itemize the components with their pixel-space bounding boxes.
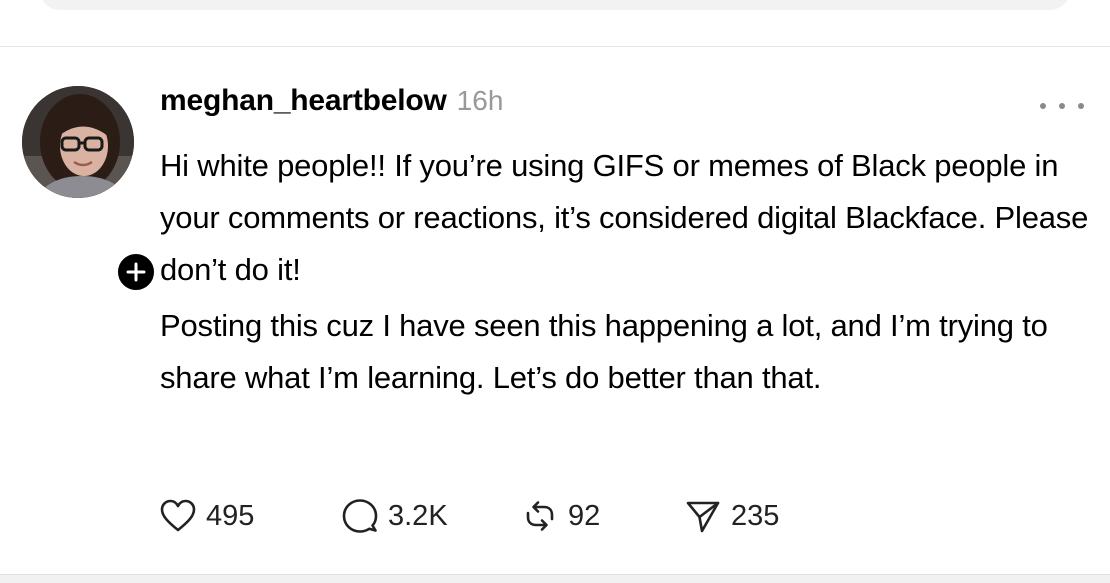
like-button[interactable]: 495 bbox=[160, 499, 342, 533]
heart-icon bbox=[160, 499, 196, 532]
post-paragraph: Posting this cuz I have seen this happen… bbox=[160, 308, 1048, 395]
reply-count: 3.2K bbox=[388, 499, 448, 532]
follow-button[interactable] bbox=[114, 250, 158, 294]
plus-icon bbox=[126, 262, 146, 282]
avatar-image bbox=[22, 86, 134, 198]
post-header: meghan_heartbelow 16h bbox=[160, 84, 503, 128]
repost-icon bbox=[526, 501, 554, 531]
share-count: 235 bbox=[731, 499, 780, 532]
more-options-dot bbox=[1078, 103, 1084, 109]
share-button[interactable]: 235 bbox=[685, 498, 779, 534]
username[interactable]: meghan_heartbelow bbox=[160, 84, 447, 118]
reply-button[interactable]: 3.2K bbox=[342, 498, 522, 534]
like-count: 495 bbox=[206, 499, 255, 532]
repost-button[interactable]: 92 bbox=[522, 498, 685, 534]
composer-input-edge[interactable] bbox=[40, 0, 1070, 10]
timestamp: 16h bbox=[456, 85, 504, 116]
action-bar: 495 3.2K 92 235 bbox=[160, 496, 779, 536]
avatar[interactable] bbox=[22, 86, 134, 198]
post-text: Hi white people!! If you’re using GIFS o… bbox=[160, 140, 1100, 404]
composer-area bbox=[0, 0, 1110, 46]
more-options-icon bbox=[1040, 103, 1046, 109]
divider-top bbox=[0, 46, 1110, 47]
avatar-container[interactable] bbox=[22, 86, 158, 294]
repost-count: 92 bbox=[568, 499, 601, 532]
send-icon bbox=[686, 501, 720, 533]
more-options-button[interactable] bbox=[1040, 96, 1084, 116]
comment-icon bbox=[342, 499, 378, 533]
more-options-dot bbox=[1059, 103, 1065, 109]
post-paragraph: Hi white people!! If you’re using GIFS o… bbox=[160, 148, 1089, 287]
